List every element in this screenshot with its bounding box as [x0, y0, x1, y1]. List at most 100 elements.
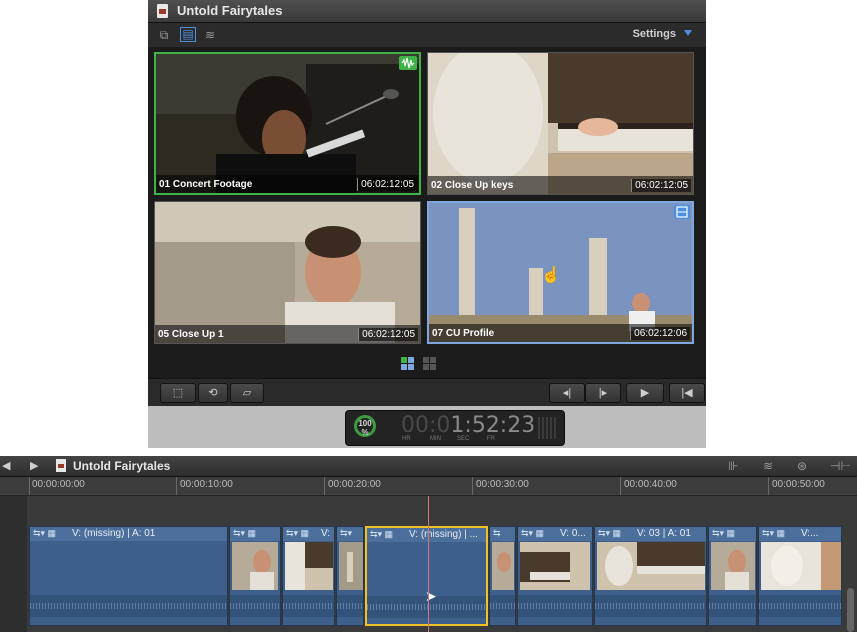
audio-waveform-icon: [399, 56, 417, 70]
solo-icon[interactable]: ⊛: [797, 459, 807, 473]
clip-thumbnail: [520, 542, 590, 590]
crop-icon[interactable]: ⬚: [160, 383, 196, 403]
clip-name: V:...: [801, 528, 819, 539]
multicam-clip-icon: [157, 4, 168, 18]
timeline-clip[interactable]: ⇆▾ ▦ V: 0...: [517, 526, 593, 626]
clip-thumbnail: [232, 542, 278, 590]
angle-name: 05 Close Up 1: [158, 329, 224, 340]
timeline-clip[interactable]: ⇆▾V:: [336, 526, 364, 626]
clip-audio: [230, 595, 280, 617]
ruler-label: 00:00:00:00: [32, 479, 85, 490]
angle-thumbnail: [155, 202, 420, 343]
dashboard-area: 100% 00:01:52:23 HR MIN SEC FR: [148, 406, 706, 448]
timeline-clip[interactable]: ⇆▾ ▦ V:: [282, 526, 335, 626]
clip-audio: [490, 595, 515, 617]
skimming-icon[interactable]: ⊪: [728, 459, 738, 473]
waveform: [490, 603, 515, 609]
audio-skimming-icon[interactable]: ≋: [763, 459, 773, 473]
angle-label-bar: 01 Concert Footage 06:02:12:05: [156, 175, 419, 193]
angle-tile-close-up-keys[interactable]: 02 Close Up keys 06:02:12:05: [427, 52, 694, 195]
clip-name: V: (missing) | A: 01: [72, 528, 156, 539]
chevron-down-icon[interactable]: [684, 30, 692, 36]
clip-audio: [283, 595, 334, 617]
dashboard: 100% 00:01:52:23 HR MIN SEC FR: [345, 410, 565, 446]
clip-header: ⇆▾ ▦: [230, 527, 280, 541]
angle-timecode: 06:02:12:05: [357, 178, 417, 191]
progress-percent: 100%: [358, 419, 372, 437]
bank-1-icon[interactable]: [401, 357, 415, 371]
multicam-angle-icon: ⇆▾ ▦: [370, 529, 394, 539]
back-icon[interactable]: ◀: [2, 459, 10, 472]
previous-frame-icon[interactable]: ◂|: [549, 383, 585, 403]
ruler-label: 00:00:40:00: [624, 479, 677, 490]
ruler-tick: [768, 477, 769, 495]
clip-name: V:: [321, 528, 331, 539]
timecode-unit-hr: HR: [402, 436, 411, 442]
bank-2-icon[interactable]: [423, 357, 437, 371]
clip-header: ⇆▾ ▦ V:...: [759, 527, 841, 541]
playhead[interactable]: [428, 496, 429, 632]
multicam-angle-icon: ⇆▾ ▦: [762, 528, 786, 538]
timeline-clip[interactable]: ⇆▾ ▦ V: 03 | A: 01: [594, 526, 707, 626]
multicam-angle-icon: ⇆▾ ▦: [233, 528, 257, 538]
ruler-tick: [176, 477, 177, 495]
switch-video-only-icon[interactable]: ▤: [180, 27, 196, 42]
multicam-angle-icon: ⇆▾ ▦: [286, 528, 310, 538]
vertical-scrollbar[interactable]: [847, 588, 854, 632]
angle-tile-cu-profile[interactable]: ☝ 07 CU Profile 06:02:12:06: [427, 201, 694, 344]
clip-name: V: 03 | A: 01: [637, 528, 691, 539]
selected-timeline-clip[interactable]: ⇆▾ ▦ V: (missing) | ... ➤: [365, 526, 488, 626]
next-frame-icon[interactable]: |▸: [585, 383, 621, 403]
clip-audio: [709, 595, 756, 617]
clip-audio: [30, 595, 227, 617]
settings-menu[interactable]: Settings: [633, 28, 676, 40]
transform-icon[interactable]: ⟲: [198, 383, 228, 403]
viewer-transport-bar: ⬚ ⟲ ▱ ◂| |▸ ▶ |◀: [148, 378, 706, 406]
clip-audio: [337, 595, 363, 617]
multicam-angle-icon: ⇆▾ ▦: [33, 528, 57, 538]
timeline-clip[interactable]: ⇆▾ ▦ V:...: [758, 526, 842, 626]
clip-audio: [595, 595, 706, 617]
switch-audio-only-icon[interactable]: ≋: [202, 27, 218, 43]
clip-audio: [759, 595, 841, 617]
timeline-clip[interactable]: ⇆▾ ▦: [708, 526, 757, 626]
distort-icon[interactable]: ▱: [230, 383, 264, 403]
timeline-title: Untold Fairytales: [73, 459, 171, 473]
angle-label-bar: 02 Close Up keys 06:02:12:05: [428, 176, 693, 194]
ruler-tick: [472, 477, 473, 495]
clip-thumbnail: [285, 542, 333, 590]
timeline-ruler[interactable]: 00:00:00:00 00:00:10:00 00:00:20:00 00:0…: [0, 477, 857, 496]
timeline-clip[interactable]: ⇆▾ ▦ V: (missing) | A: 01: [29, 526, 228, 626]
angle-label-bar: 07 CU Profile 06:02:12:06: [429, 324, 692, 342]
timecode-unit-sec: SEC: [457, 436, 470, 442]
angle-name: 07 CU Profile: [432, 328, 495, 339]
multicam-angle-icon: ⇆▾: [340, 528, 353, 538]
waveform: [283, 603, 334, 609]
snapping-icon[interactable]: ⊣⊢: [830, 459, 851, 473]
clip-name: V: 0...: [560, 528, 586, 539]
forward-icon[interactable]: ▶: [30, 459, 38, 472]
clip-name: V: (missing) | ...: [409, 529, 478, 540]
clip-thumbnail: [711, 542, 755, 590]
go-to-start-icon[interactable]: |◀: [669, 383, 705, 403]
timeline-clip[interactable]: ⇆▾ ▦: [229, 526, 281, 626]
timeline-clip[interactable]: ⇆: [489, 526, 516, 626]
angle-tile-close-up-1[interactable]: 05 Close Up 1 06:02:12:05: [154, 201, 421, 344]
ruler-tick: [620, 477, 621, 495]
ruler-label: 00:00:10:00: [180, 479, 233, 490]
ruler-label: 00:00:30:00: [476, 479, 529, 490]
timeline-gutter: [0, 496, 27, 632]
clip-header: ⇆▾ ▦ V: 03 | A: 01: [595, 527, 706, 541]
angle-label-bar: 05 Close Up 1 06:02:12:05: [155, 325, 420, 343]
waveform: [30, 603, 227, 609]
angle-timecode: 06:02:12:05: [631, 179, 691, 192]
audio-meter-icon[interactable]: [538, 417, 556, 439]
play-icon[interactable]: ▶: [626, 383, 664, 403]
viewer-toolbar: ⧉ ▤ ≋ Settings: [148, 23, 706, 47]
angle-grid: 01 Concert Footage 06:02:12:05 02 Close …: [154, 52, 700, 348]
multicam-angle-icon: ⇆▾ ▦: [521, 528, 545, 538]
angle-tile-concert-footage[interactable]: 01 Concert Footage 06:02:12:05: [154, 52, 421, 195]
switch-video-audio-icon[interactable]: ⧉: [156, 27, 172, 43]
timecode-display[interactable]: 00:01:52:23: [401, 413, 535, 438]
waveform: [518, 603, 592, 609]
